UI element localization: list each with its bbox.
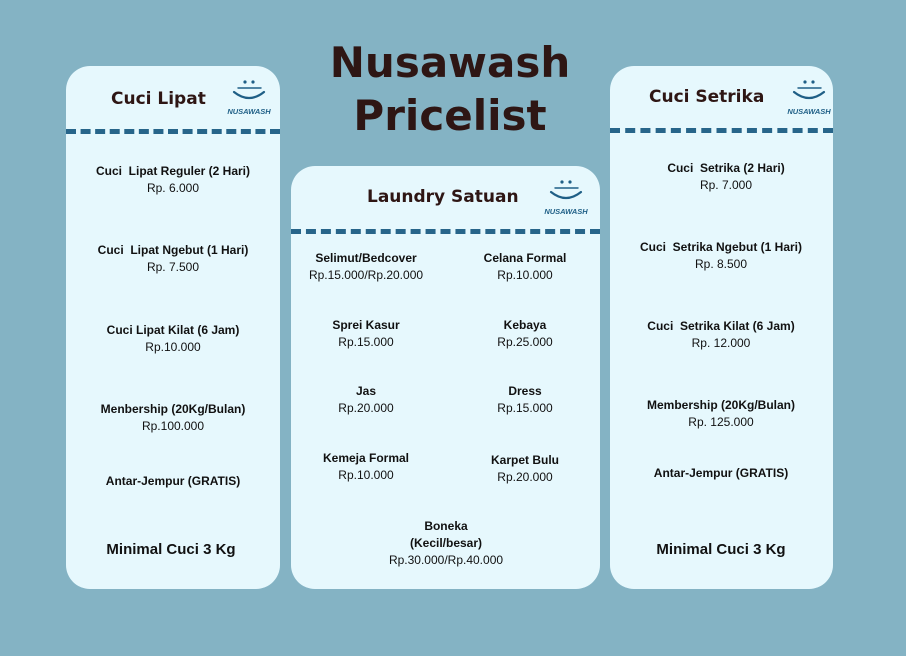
cuci-lipat-title: Cuci Lipat xyxy=(111,89,206,109)
price-item: Membership (20Kg/Bulan) Rp. 125.000 xyxy=(647,397,795,431)
price-item: Cuci Setrika Kilat (6 Jam) Rp. 12.000 xyxy=(647,318,794,352)
cuci-lipat-card: Cuci Lipat NUSAWASH Cuci Lipat Reguler (… xyxy=(66,66,280,589)
price-item: Antar-Jempur (GRATIS) xyxy=(106,473,240,490)
item-price: Rp. 125.000 xyxy=(688,415,754,429)
logo-wordmark: NUSAWASH xyxy=(227,107,271,116)
item-price: Rp. 7.000 xyxy=(699,178,753,192)
item-price: Rp.10.000 xyxy=(145,340,201,354)
price-item: Jas Rp.20.000 xyxy=(338,383,393,417)
cuci-setrika-card: Cuci Setrika NUSAWASH Cuci Setrika (2 Ha… xyxy=(610,66,833,589)
price-item: Celana Formal Rp.10.000 xyxy=(484,250,567,284)
item-name: Jas xyxy=(355,384,377,398)
price-item: Menbership (20Kg/Bulan) Rp.100.000 xyxy=(101,401,246,435)
price-item: Karpet Bulu Rp.20.000 xyxy=(491,452,559,486)
page-title: Nusawash Pricelist xyxy=(300,36,600,142)
price-item: Cuci Lipat Kilat (6 Jam) Rp.10.000 xyxy=(107,322,240,356)
item-name: Cuci Lipat Kilat (6 Jam) xyxy=(106,323,240,337)
item-name: Kemeja Formal xyxy=(322,451,410,465)
item-price: Rp. 6.000 xyxy=(146,181,200,195)
item-price: Rp.25.000 xyxy=(497,335,553,349)
nusawash-logo: NUSAWASH xyxy=(544,180,588,216)
laundry-basket-icon xyxy=(549,180,583,200)
item-price: Rp.10.000 xyxy=(338,468,394,482)
price-item: Kebaya Rp.25.000 xyxy=(497,317,552,351)
item-name: Cuci Lipat Ngebut (1 Hari) xyxy=(97,243,249,257)
price-item: Selimut/Bedcover Rp.15.000/Rp.20.000 xyxy=(309,250,423,284)
item-name: Menbership (20Kg/Bulan) xyxy=(100,402,246,416)
item-price: Rp.20.000 xyxy=(338,401,394,415)
laundry-basket-icon xyxy=(792,80,826,100)
item-name: Cuci Setrika Kilat (6 Jam) xyxy=(647,319,795,333)
item-name: Cuci Setrika (2 Hari) xyxy=(667,161,785,175)
item-price: Rp.30.000/Rp.40.000 xyxy=(388,553,504,567)
page-title-line-1: Nusawash xyxy=(329,38,571,87)
price-item: Sprei Kasur Rp.15.000 xyxy=(332,317,399,351)
price-item: Cuci Lipat Reguler (2 Hari) Rp. 6.000 xyxy=(96,163,250,197)
item-name: Dress xyxy=(508,384,542,398)
item-name: Kebaya xyxy=(503,318,547,332)
price-item: Antar-Jempur (GRATIS) xyxy=(654,465,788,482)
item-name: Cuci Setrika Ngebut (1 Hari) xyxy=(639,240,803,254)
card-divider xyxy=(610,128,833,133)
price-item: Cuci Setrika Ngebut (1 Hari) Rp. 8.500 xyxy=(640,239,802,273)
item-price: Rp.15.000/Rp.20.000 xyxy=(308,268,424,282)
card-divider xyxy=(291,229,600,234)
laundry-basket-icon xyxy=(232,80,266,100)
item-name: Antar-Jempur (GRATIS) xyxy=(653,466,789,480)
item-price: Rp.20.000 xyxy=(497,470,553,484)
card-divider xyxy=(66,129,280,134)
cuci-setrika-title: Cuci Setrika xyxy=(649,87,765,107)
minimum-order-note: Minimal Cuci 3 Kg xyxy=(656,541,786,558)
item-name: Sprei Kasur xyxy=(332,318,400,332)
item-price: Rp. 7.500 xyxy=(146,260,200,274)
page-title-line-2: Pricelist xyxy=(353,91,547,140)
price-item: Dress Rp.15.000 xyxy=(497,383,552,417)
item-price: Rp.15.000 xyxy=(497,401,553,415)
item-price: Rp.10.000 xyxy=(497,268,553,282)
item-price: Rp.15.000 xyxy=(338,335,394,349)
item-name: Membership (20Kg/Bulan) xyxy=(646,398,796,412)
laundry-satuan-title: Laundry Satuan xyxy=(367,187,519,207)
price-item: Kemeja Formal Rp.10.000 xyxy=(323,450,409,484)
item-name: Selimut/Bedcover xyxy=(315,251,417,265)
laundry-satuan-card: Laundry Satuan NUSAWASH Selimut/Bedcover… xyxy=(291,166,600,589)
item-name: Celana Formal xyxy=(483,251,567,265)
item-name: Boneka (Kecil/besar) xyxy=(409,519,483,550)
logo-wordmark: NUSAWASH xyxy=(544,207,588,216)
logo-wordmark: NUSAWASH xyxy=(787,107,831,116)
item-price: Rp. 12.000 xyxy=(691,336,751,350)
item-price: Rp. 8.500 xyxy=(694,257,748,271)
nusawash-logo: NUSAWASH xyxy=(787,80,831,116)
price-item: Cuci Setrika (2 Hari) Rp. 7.000 xyxy=(667,160,784,194)
item-name: Antar-Jempur (GRATIS) xyxy=(105,474,241,488)
item-name: Cuci Lipat Reguler (2 Hari) xyxy=(95,164,251,178)
item-name: Karpet Bulu xyxy=(490,453,560,467)
price-item: Cuci Lipat Ngebut (1 Hari) Rp. 7.500 xyxy=(98,242,249,276)
item-price: Rp.100.000 xyxy=(141,419,205,433)
minimum-order-note: Minimal Cuci 3 Kg xyxy=(106,541,236,558)
price-item: Boneka (Kecil/besar) Rp.30.000/Rp.40.000 xyxy=(389,518,503,569)
nusawash-logo: NUSAWASH xyxy=(227,80,271,116)
